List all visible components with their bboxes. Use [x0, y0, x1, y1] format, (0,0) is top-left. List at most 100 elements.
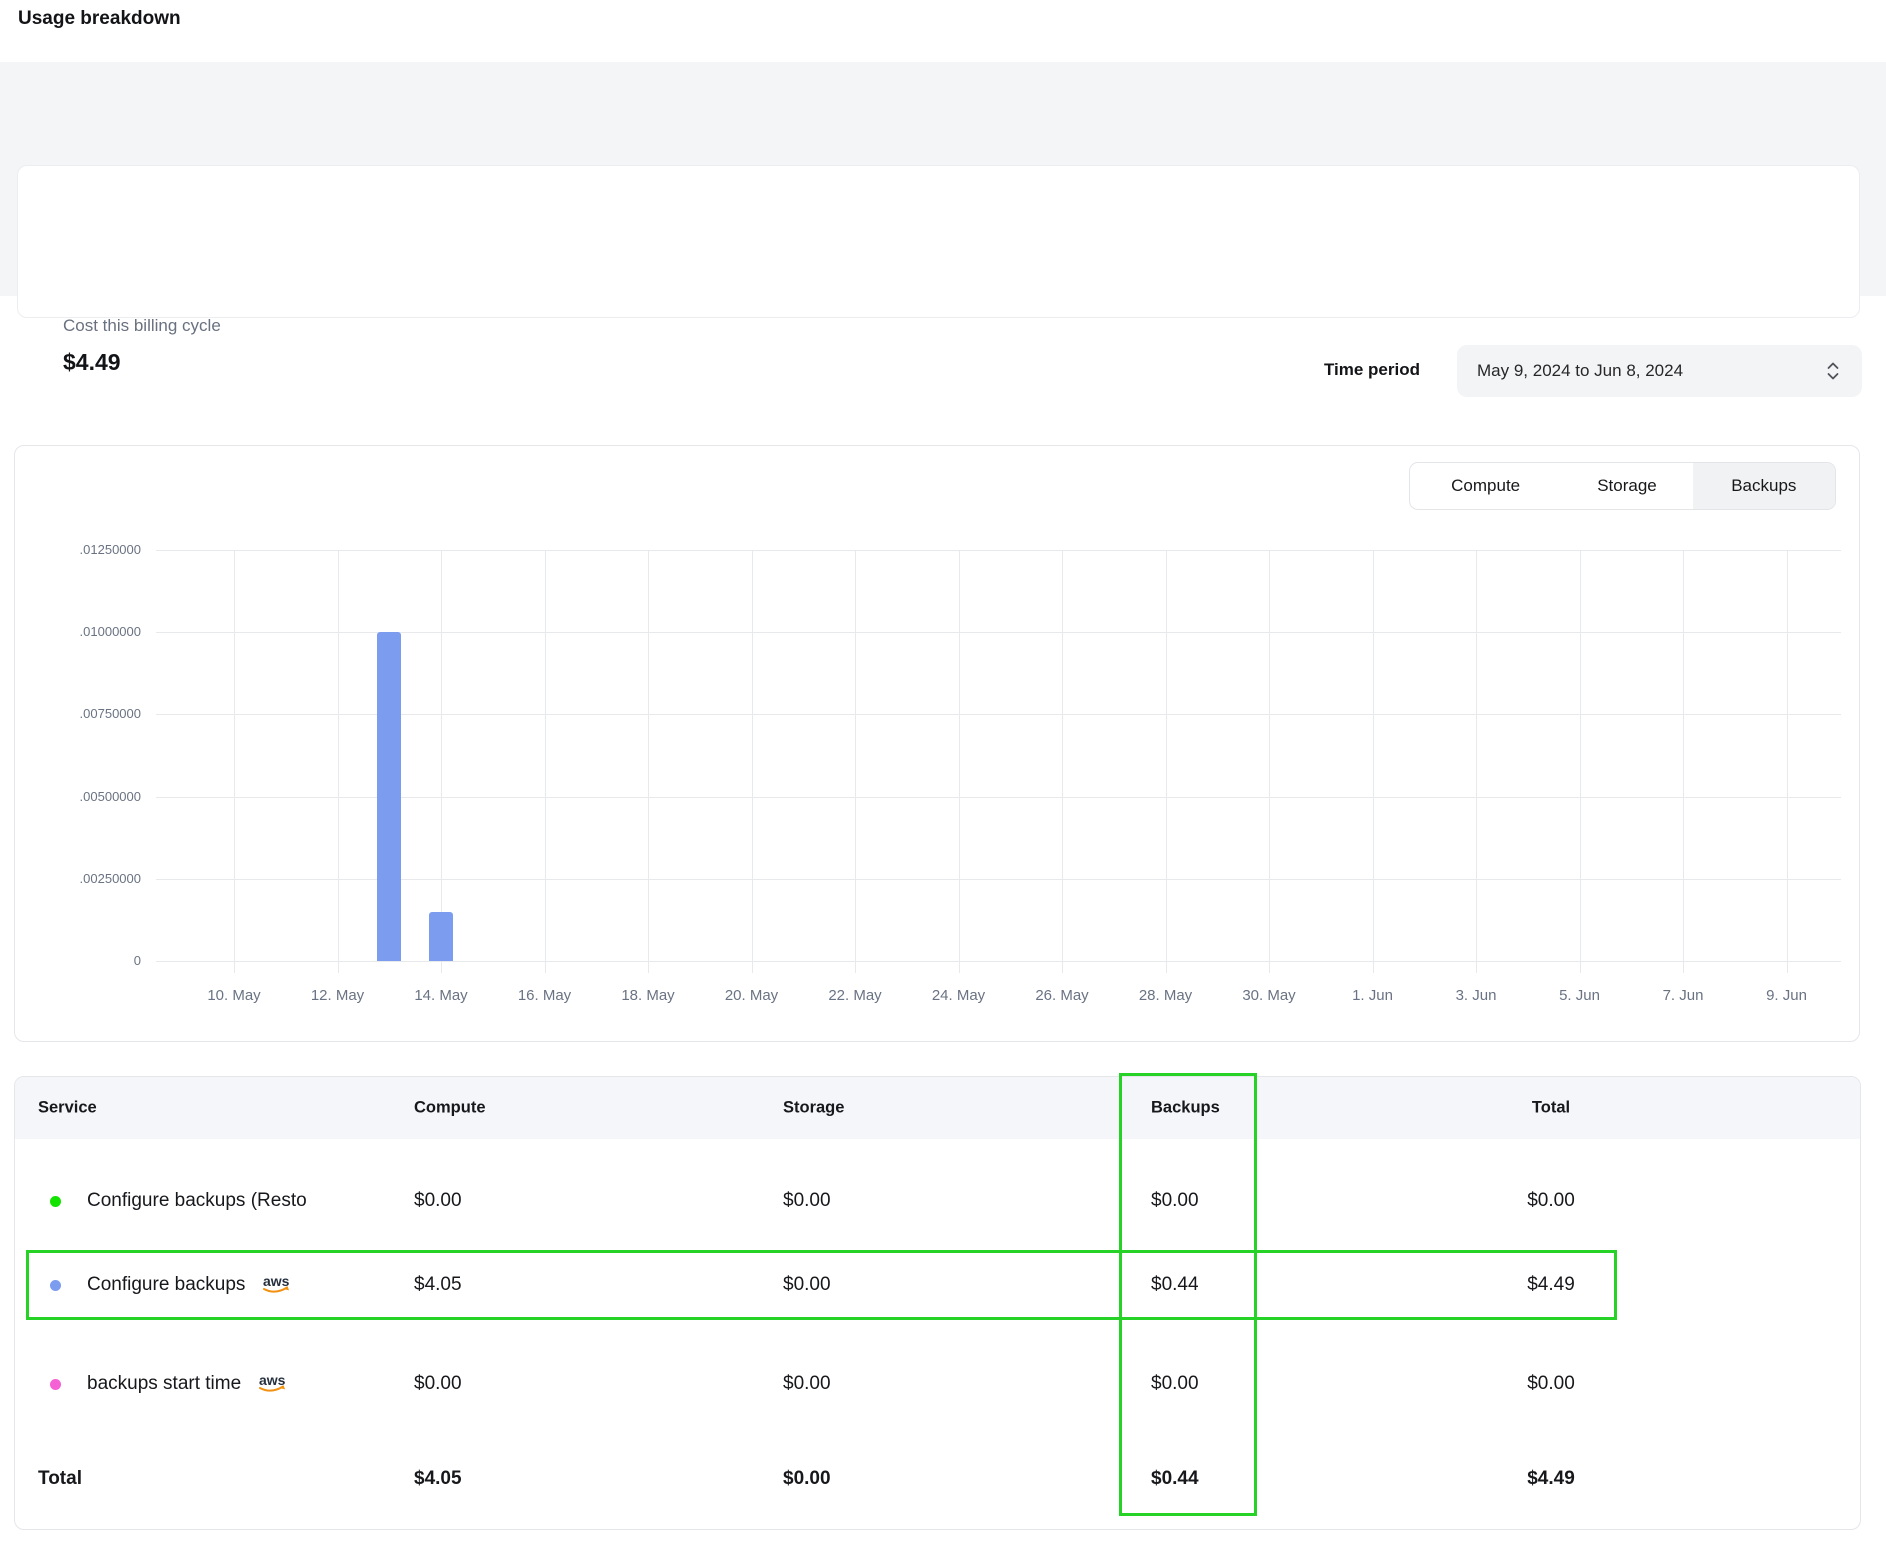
- compute-value: $0.00: [414, 1373, 462, 1395]
- svg-text:aws: aws: [259, 1373, 286, 1388]
- x-axis-tick-label: 5. Jun: [1528, 986, 1632, 1006]
- x-gridline: [1476, 550, 1477, 973]
- cost-cycle-value: $4.49: [63, 349, 121, 376]
- x-gridline: [648, 550, 649, 973]
- col-header-service: Service: [38, 1099, 97, 1118]
- y-gridline: [156, 797, 1841, 798]
- x-axis-tick-label: 28. May: [1114, 986, 1218, 1006]
- backups-value: $0.44: [1151, 1274, 1199, 1296]
- x-gridline: [441, 550, 442, 973]
- service-color-dot: [50, 1280, 61, 1291]
- y-axis-tick-label: 0: [15, 952, 141, 970]
- service-color-dot: [50, 1196, 61, 1207]
- x-axis-tick-label: 12. May: [286, 986, 390, 1006]
- service-cell: Configure backups aws: [50, 1274, 293, 1296]
- col-header-compute: Compute: [414, 1099, 486, 1118]
- x-axis-tick-label: 14. May: [389, 986, 493, 1006]
- table-header-row: Service Compute Storage Backups Total: [15, 1077, 1860, 1139]
- table-row[interactable]: Configure backups aws $4.05 $0.00 $0.44 $4.49: [15, 1254, 1860, 1316]
- storage-value: $0.00: [783, 1373, 831, 1395]
- tab-storage[interactable]: Storage: [1561, 463, 1692, 509]
- time-period-label: Time period: [1240, 358, 1420, 382]
- storage-value: $0.00: [783, 1274, 831, 1296]
- tab-compute[interactable]: Compute: [1410, 463, 1561, 509]
- x-axis-tick-label: 16. May: [493, 986, 597, 1006]
- total-value: $0.00: [1471, 1190, 1631, 1212]
- col-header-total: Total: [1471, 1099, 1631, 1118]
- table-row[interactable]: Configure backups (Resto$0.00$0.00$0.00$…: [15, 1170, 1860, 1232]
- y-gridline: [156, 714, 1841, 715]
- col-header-storage: Storage: [783, 1099, 844, 1118]
- page-title: Usage breakdown: [18, 8, 181, 30]
- usage-bar[interactable]: [377, 632, 401, 961]
- total-row-total: $4.49: [1471, 1468, 1631, 1490]
- total-value: $0.00: [1471, 1373, 1631, 1395]
- usage-table: Service Compute Storage Backups Total Co…: [14, 1076, 1861, 1530]
- x-gridline: [545, 550, 546, 973]
- total-row-compute: $4.05: [414, 1468, 462, 1490]
- service-name: backups start time: [87, 1373, 241, 1395]
- x-gridline: [855, 550, 856, 973]
- x-gridline: [234, 550, 235, 973]
- service-color-dot: [50, 1379, 61, 1390]
- x-gridline: [1580, 550, 1581, 973]
- usage-chart-card: ComputeStorageBackups .01250000 .01000000…: [14, 445, 1860, 1042]
- x-gridline: [1062, 550, 1063, 973]
- aws-icon: aws: [256, 1373, 289, 1395]
- compute-value: $4.05: [414, 1274, 462, 1296]
- y-gridline: [156, 632, 1841, 633]
- x-axis-tick-label: 1. Jun: [1321, 986, 1425, 1006]
- y-gridline: [156, 961, 1841, 962]
- x-axis-tick-label: 30. May: [1217, 986, 1321, 1006]
- time-period-value: May 9, 2024 to Jun 8, 2024: [1477, 361, 1826, 381]
- service-cell: Configure backups (Resto: [50, 1190, 307, 1212]
- x-axis-tick-label: 18. May: [596, 986, 700, 1006]
- y-axis-tick-label: .01000000: [15, 623, 141, 641]
- storage-value: $0.00: [783, 1190, 831, 1212]
- chart-metric-tabs: ComputeStorageBackups: [1409, 462, 1836, 510]
- x-axis-tick-label: 9. Jun: [1735, 986, 1839, 1006]
- time-period-select[interactable]: May 9, 2024 to Jun 8, 2024: [1457, 345, 1862, 397]
- y-axis-tick-label: .00250000: [15, 870, 141, 888]
- x-axis-tick-label: 10. May: [182, 986, 286, 1006]
- table-row[interactable]: backups start time aws $0.00 $0.00 $0.00 $0.0…: [15, 1353, 1860, 1415]
- y-axis-tick-label: .00750000: [15, 705, 141, 723]
- x-gridline: [1787, 550, 1788, 973]
- total-row-storage: $0.00: [783, 1468, 831, 1490]
- svg-text:aws: aws: [263, 1274, 290, 1289]
- summary-band: Cost this billing cycle $4.49: [0, 62, 1886, 296]
- x-axis-tick-label: 22. May: [803, 986, 907, 1006]
- x-axis-tick-label: 3. Jun: [1424, 986, 1528, 1006]
- backups-value: $0.00: [1151, 1190, 1199, 1212]
- y-gridline: [156, 550, 1841, 551]
- total-row-label: Total: [38, 1468, 82, 1490]
- service-name: Configure backups (Resto: [87, 1190, 307, 1212]
- table-total-row: Total $4.05 $0.00 $0.44 $4.49: [15, 1448, 1860, 1510]
- x-axis-tick-label: 7. Jun: [1631, 986, 1735, 1006]
- y-gridline: [156, 879, 1841, 880]
- cost-cycle-label: Cost this billing cycle: [63, 316, 221, 336]
- y-axis-tick-label: .00500000: [15, 788, 141, 806]
- x-gridline: [1269, 550, 1270, 973]
- backups-value: $0.00: [1151, 1373, 1199, 1395]
- tab-backups[interactable]: Backups: [1693, 463, 1835, 509]
- total-value: $4.49: [1471, 1274, 1631, 1296]
- col-header-backups: Backups: [1151, 1099, 1220, 1118]
- total-row-backups: $0.44: [1151, 1468, 1199, 1490]
- x-gridline: [1373, 550, 1374, 973]
- y-axis-tick-label: .01250000: [15, 541, 141, 559]
- x-gridline: [338, 550, 339, 973]
- service-cell: backups start time aws: [50, 1373, 289, 1395]
- x-gridline: [752, 550, 753, 973]
- x-gridline: [1683, 550, 1684, 973]
- x-axis-tick-label: 26. May: [1010, 986, 1114, 1006]
- x-axis-tick-label: 24. May: [907, 986, 1011, 1006]
- service-name: Configure backups: [87, 1274, 245, 1296]
- chevron-up-down-icon: [1826, 360, 1840, 382]
- x-gridline: [1166, 550, 1167, 973]
- cost-summary-card: Cost this billing cycle $4.49: [17, 165, 1860, 318]
- usage-bar[interactable]: [429, 912, 453, 961]
- x-gridline: [959, 550, 960, 973]
- aws-icon: aws: [260, 1274, 293, 1296]
- x-axis-tick-label: 20. May: [700, 986, 804, 1006]
